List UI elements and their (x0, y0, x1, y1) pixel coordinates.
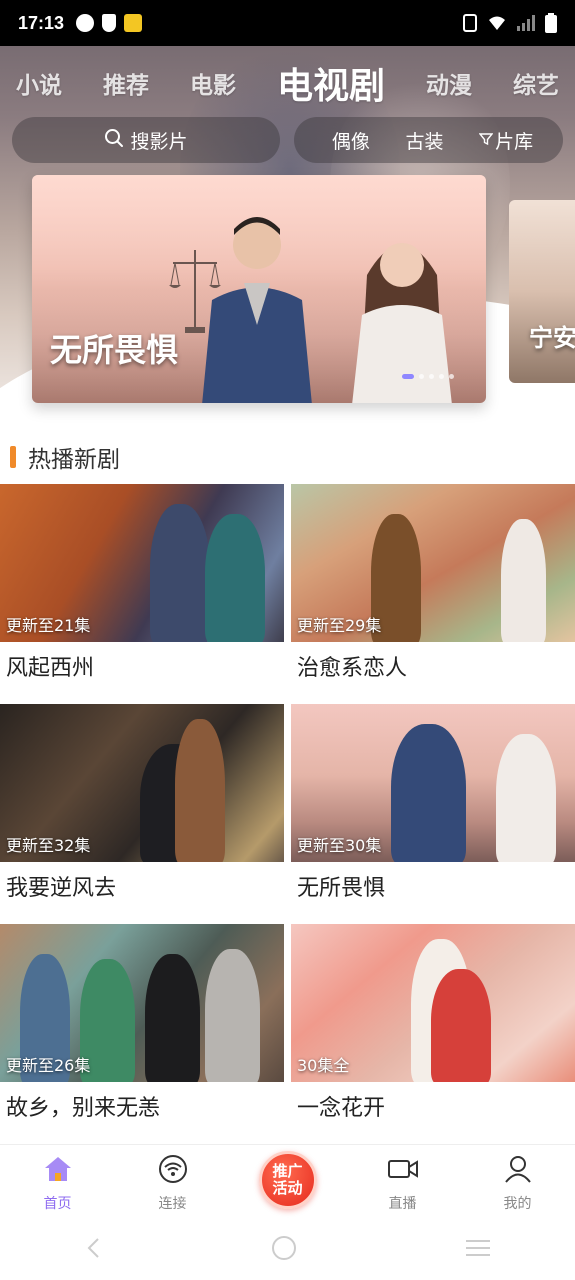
home-icon (43, 1155, 73, 1187)
drama-title: 一念花开 (297, 1096, 386, 1121)
carousel-dot (429, 374, 434, 379)
shield-icon (102, 14, 117, 32)
episode-badge: 更新至30集 (297, 836, 382, 855)
tab-anime[interactable]: 动漫 (426, 66, 472, 100)
drama-title: 治愈系恋人 (297, 656, 408, 681)
next-banner-title: 宁安 (529, 324, 575, 352)
search-label: 搜影片 (130, 130, 188, 153)
tab-movie[interactable]: 电影 (190, 66, 236, 100)
promo-line2: 活动 (272, 1179, 303, 1197)
banner-title: 无所畏惧 (50, 331, 179, 369)
carousel-dot-active (402, 374, 414, 379)
drama-poster: 更新至26集 (0, 924, 284, 1082)
carousel-dot (439, 374, 444, 379)
drama-poster: 更新至29集 (291, 484, 575, 642)
nav-connect-label: 连接 (158, 1196, 187, 1212)
drama-card[interactable]: 更新至26集 故乡，别来无恙 (0, 924, 284, 1122)
status-bar: 17:13 (0, 0, 575, 46)
filter-costume[interactable]: 古装 (405, 127, 443, 154)
library-label: 片库 (495, 130, 534, 153)
nav-live[interactable]: 直播 (345, 1145, 460, 1220)
wifi-icon (158, 1155, 188, 1187)
menu-icon[interactable] (464, 1238, 492, 1262)
category-tabs: 小说 推荐 电影 电视剧 动漫 综艺 (0, 58, 575, 108)
drama-poster: 30集全 (291, 924, 575, 1082)
nav-home-label: 首页 (43, 1196, 72, 1212)
episode-badge: 更新至29集 (297, 616, 382, 635)
tab-variety[interactable]: 综艺 (513, 66, 559, 100)
actor-figure (202, 217, 312, 403)
drama-card[interactable]: 更新至21集 风起西州 (0, 484, 284, 682)
featured-banner[interactable]: 无所畏惧 (32, 175, 486, 403)
drama-title: 风起西州 (6, 656, 95, 681)
back-icon[interactable] (84, 1236, 104, 1264)
tab-tv-series[interactable]: 电视剧 (277, 57, 385, 109)
episode-badge: 更新至26集 (6, 1056, 91, 1075)
nav-mine[interactable]: 我的 (460, 1145, 575, 1220)
search-row: 搜影片 偶像 古装 片库 (12, 117, 563, 163)
home-circle-icon[interactable] (271, 1235, 297, 1265)
section-title: 热播新剧 (28, 447, 120, 473)
nav-mine-label: 我的 (503, 1196, 532, 1212)
drama-title: 无所畏惧 (297, 876, 386, 901)
filter-bar: 偶像 古装 片库 (294, 117, 563, 163)
drama-card[interactable]: 更新至30集 无所畏惧 (291, 704, 575, 902)
drama-card[interactable]: 30集全 一念花开 (291, 924, 575, 1122)
drama-poster: 更新至32集 (0, 704, 284, 862)
drama-title: 我要逆风去 (6, 876, 117, 901)
search-button[interactable]: 搜影片 (12, 117, 280, 163)
carousel-indicator (402, 374, 454, 379)
episode-badge: 更新至21集 (6, 616, 91, 635)
promo-line1: 推广 (272, 1162, 303, 1180)
episode-badge: 更新至32集 (6, 836, 91, 855)
nav-home[interactable]: 首页 (0, 1145, 115, 1220)
nav-connect[interactable]: 连接 (115, 1145, 230, 1220)
system-navigation (0, 1220, 575, 1280)
user-icon (503, 1155, 533, 1187)
section-accent-bar (10, 446, 16, 468)
app-notification-icon (124, 14, 143, 32)
episode-badge: 30集全 (297, 1056, 350, 1075)
library-button[interactable]: 片库 (478, 127, 534, 154)
drama-poster: 更新至30集 (291, 704, 575, 862)
app-page: 17:13 小说 推荐 电影 电视剧 动漫 综艺 搜影片 偶像 古装 片库 无所… (0, 0, 575, 1280)
status-time: 17:13 (18, 12, 65, 33)
filter-icon (478, 129, 494, 151)
tab-novel[interactable]: 小说 (16, 66, 62, 100)
nav-promo[interactable]: 推广 活动 (230, 1145, 345, 1220)
filter-idol[interactable]: 偶像 (332, 127, 370, 154)
signal-icon (517, 15, 535, 31)
nav-live-label: 直播 (388, 1196, 417, 1212)
vibrate-icon (463, 14, 477, 32)
battery-icon (545, 13, 557, 33)
drama-title: 故乡，别来无恙 (6, 1096, 161, 1121)
promo-button[interactable]: 推广 活动 (258, 1151, 317, 1209)
drama-card[interactable]: 更新至29集 治愈系恋人 (291, 484, 575, 682)
tab-recommend[interactable]: 推荐 (103, 66, 149, 100)
video-camera-icon (387, 1155, 419, 1187)
search-icon (104, 128, 124, 152)
section-header: 热播新剧 (10, 440, 120, 474)
carousel-dot (419, 374, 424, 379)
wifi-icon (487, 15, 507, 31)
carousel-dot (449, 374, 454, 379)
drama-poster: 更新至21集 (0, 484, 284, 642)
next-banner-card[interactable]: 宁安 (509, 200, 575, 383)
drama-card[interactable]: 更新至32集 我要逆风去 (0, 704, 284, 902)
bottom-navigation: 首页 连接 推广 活动 直播 我的 (0, 1144, 575, 1220)
check-circle-icon (76, 14, 95, 32)
